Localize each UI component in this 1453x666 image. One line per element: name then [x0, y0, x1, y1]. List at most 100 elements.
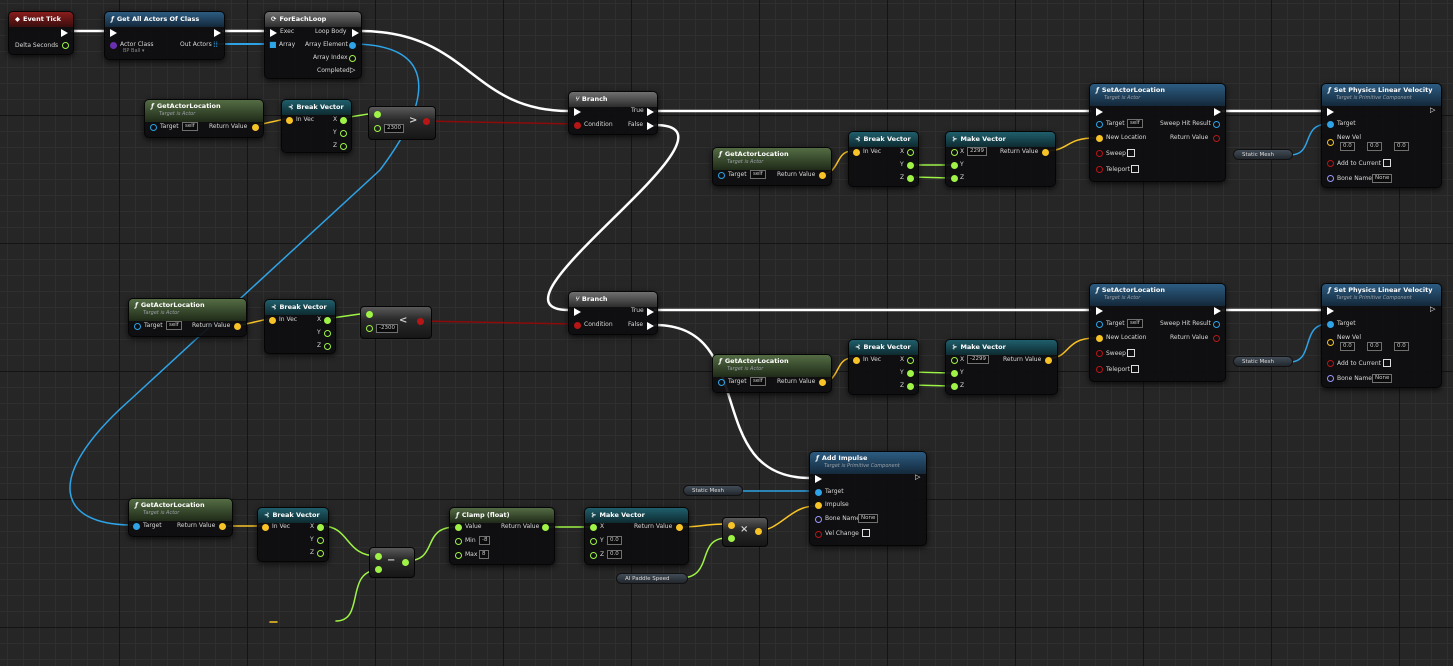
- x-pin[interactable]: [907, 149, 914, 156]
- sweep-hit-pin[interactable]: [1213, 321, 1220, 328]
- true-pin[interactable]: [647, 108, 654, 116]
- min-pin[interactable]: [455, 538, 462, 545]
- teleport-pin[interactable]: [1096, 366, 1103, 373]
- array-element-pin[interactable]: [349, 42, 356, 49]
- exec-out-pin[interactable]: ▷: [915, 474, 920, 481]
- z-pin[interactable]: [907, 175, 914, 182]
- vel-y-field[interactable]: 0.0: [1367, 142, 1382, 151]
- exec-in-pin[interactable]: [1327, 108, 1334, 116]
- actor-class-value[interactable]: BP Ball ▾: [123, 48, 144, 54]
- bone-name-field[interactable]: None: [1372, 374, 1393, 383]
- exec-out-pin[interactable]: [1214, 307, 1221, 315]
- exec-in-pin[interactable]: [110, 29, 117, 37]
- return-value-pin[interactable]: [219, 523, 226, 530]
- teleport-checkbox[interactable]: [1131, 365, 1139, 373]
- get-actor-location-1[interactable]: ƒ GetActorLocation Target is Actor Target …: [144, 99, 264, 138]
- y-pin[interactable]: [951, 370, 958, 377]
- exec-out-pin[interactable]: [214, 29, 221, 37]
- x-pin[interactable]: [951, 149, 958, 156]
- bone-name-pin[interactable]: [1327, 375, 1334, 382]
- set-physics-velocity-2[interactable]: ƒ Set Physics Linear Velocity Target is Pr…: [1321, 283, 1442, 388]
- value-pin[interactable]: [455, 524, 462, 531]
- exec-in-pin[interactable]: [574, 308, 581, 316]
- array-grid-icon[interactable]: ■: [269, 40, 277, 49]
- sweep-hit-pin[interactable]: [1213, 121, 1220, 128]
- make-vector-1[interactable]: ⊱ Make Vector X 2299 Return Value Y Z: [945, 131, 1056, 187]
- return-value-pin[interactable]: [1045, 357, 1052, 364]
- exec-in-pin[interactable]: [1096, 108, 1103, 116]
- set-actor-location-2[interactable]: ƒ SetActorLocation Target is Actor Target …: [1089, 283, 1226, 382]
- get-actor-location-5[interactable]: ƒ GetActorLocation Target is Actor Target …: [128, 498, 233, 537]
- target-pin[interactable]: [133, 523, 140, 530]
- bone-name-field[interactable]: None: [1372, 174, 1393, 183]
- break-vector-4[interactable]: ⊰ Break Vector In Vec X Y Z: [848, 339, 919, 395]
- get-actor-location-2[interactable]: ƒ GetActorLocation Target is Actor Target …: [712, 147, 832, 186]
- break-vector-1[interactable]: ⊰ Break Vector In Vec X Y Z: [281, 99, 352, 153]
- z-pin[interactable]: [951, 383, 958, 390]
- x-pin[interactable]: [951, 357, 958, 364]
- sweep-checkbox[interactable]: [1127, 149, 1135, 157]
- x-pin[interactable]: [907, 357, 914, 364]
- max-pin[interactable]: [455, 552, 462, 559]
- false-pin[interactable]: [647, 122, 654, 130]
- exec-out-pin[interactable]: [1214, 108, 1221, 116]
- min-field[interactable]: -8: [479, 536, 491, 545]
- z-pin[interactable]: [590, 552, 597, 559]
- get-actor-location-4[interactable]: ƒ GetActorLocation Target is Actor Target …: [712, 354, 832, 393]
- false-pin[interactable]: [647, 322, 654, 330]
- exec-in-pin[interactable]: [815, 475, 822, 483]
- bool-out-pin[interactable]: [417, 318, 424, 325]
- less-than-node[interactable]: -2300 <: [360, 306, 432, 339]
- bool-out-pin[interactable]: [423, 118, 430, 125]
- self-field[interactable]: self: [182, 122, 198, 131]
- target-pin[interactable]: [815, 489, 822, 496]
- z-pin[interactable]: [340, 143, 347, 150]
- break-vector-2[interactable]: ⊰ Break Vector In Vec X Y Z: [848, 131, 919, 187]
- b-pin[interactable]: [366, 325, 373, 332]
- target-pin[interactable]: [134, 323, 141, 330]
- target-pin[interactable]: [1096, 321, 1103, 328]
- self-field[interactable]: self: [1127, 119, 1143, 128]
- return-value-pin[interactable]: [676, 524, 683, 531]
- loop-body-pin[interactable]: [352, 29, 359, 37]
- x-pin[interactable]: [340, 117, 347, 124]
- self-field[interactable]: self: [750, 170, 766, 179]
- new-vel-pin[interactable]: [1327, 339, 1334, 346]
- exec-in-pin[interactable]: [1096, 307, 1103, 315]
- teleport-pin[interactable]: [1096, 166, 1103, 173]
- z-pin[interactable]: [324, 343, 331, 350]
- in-vec-pin[interactable]: [853, 149, 860, 156]
- in-vec-pin[interactable]: [853, 357, 860, 364]
- z-pin[interactable]: [907, 383, 914, 390]
- array-index-pin[interactable]: [349, 55, 356, 62]
- static-mesh-variable-3[interactable]: Static Mesh: [683, 485, 743, 496]
- return-value-pin[interactable]: [1213, 135, 1220, 142]
- x-pin[interactable]: [324, 317, 331, 324]
- foreach-loop-node[interactable]: ⟳ ForEachLoop Exec Loop Body ■ Array Arra…: [264, 11, 362, 79]
- break-vector-5[interactable]: ⊰ Break Vector In Vec X Y Z: [257, 507, 329, 562]
- y-pin[interactable]: [951, 162, 958, 169]
- vel-x-field[interactable]: 0.0: [1340, 342, 1355, 351]
- static-mesh-variable-2[interactable]: Static Mesh: [1233, 356, 1293, 367]
- z-pin[interactable]: [951, 175, 958, 182]
- add-to-current-checkbox[interactable]: [1383, 359, 1391, 367]
- vel-x-field[interactable]: 0.0: [1340, 142, 1355, 151]
- array-grid-icon[interactable]: ⁞⁞: [213, 40, 218, 49]
- static-mesh-variable-1[interactable]: Static Mesh: [1233, 149, 1293, 160]
- exec-out-pin[interactable]: ▷: [1430, 107, 1435, 114]
- return-value-pin[interactable]: [234, 323, 241, 330]
- y-pin[interactable]: [324, 330, 331, 337]
- vel-z-field[interactable]: 0.0: [1394, 142, 1409, 151]
- in-vec-pin[interactable]: [262, 524, 269, 531]
- sweep-pin[interactable]: [1096, 150, 1103, 157]
- set-physics-velocity-1[interactable]: ƒ Set Physics Linear Velocity Target is Pr…: [1321, 83, 1442, 188]
- compare-value-field[interactable]: -2300: [376, 324, 398, 333]
- multiply-node[interactable]: ×: [722, 517, 768, 547]
- y-pin[interactable]: [907, 370, 914, 377]
- a-pin[interactable]: [366, 311, 373, 318]
- self-field[interactable]: self: [750, 377, 766, 386]
- condition-pin[interactable]: [574, 122, 581, 129]
- return-value-pin[interactable]: [252, 124, 259, 131]
- bone-name-pin[interactable]: [815, 516, 822, 523]
- make-vector-3[interactable]: ⊱ Make Vector X Return Value Y 0.0 Z 0.0: [584, 507, 689, 565]
